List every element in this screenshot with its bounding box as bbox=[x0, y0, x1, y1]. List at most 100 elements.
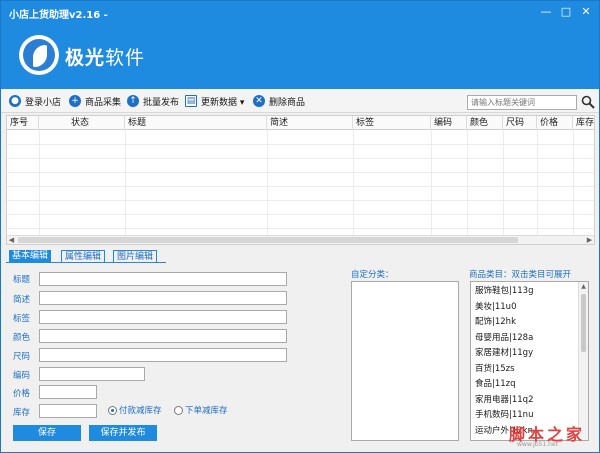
delete-product-button[interactable]: ✕ 删除商品 bbox=[253, 94, 305, 108]
radio-deduct-on-payment[interactable]: 付款减库存 bbox=[108, 404, 162, 416]
size-label: 尺码 bbox=[13, 352, 31, 362]
table-icon: ▤ bbox=[185, 95, 197, 107]
table-column-divider bbox=[503, 130, 504, 238]
title-input[interactable] bbox=[39, 272, 287, 286]
delete-product-label: 删除商品 bbox=[269, 97, 306, 108]
category-item[interactable]: 食品|11zq bbox=[475, 378, 516, 391]
table-column-divider bbox=[125, 130, 126, 238]
radio-circle-checked[interactable] bbox=[108, 405, 117, 415]
color-label: 颜色 bbox=[13, 333, 31, 343]
radio-deduct-on-order[interactable]: 下单减库存 bbox=[174, 404, 228, 416]
brand-name-a: 极光 bbox=[65, 47, 106, 69]
plus-icon: + bbox=[69, 95, 81, 107]
column-header-price[interactable]: 价格 bbox=[537, 116, 573, 130]
search-input[interactable] bbox=[467, 95, 577, 110]
category-item[interactable]: 百货|15zs bbox=[475, 363, 515, 376]
product-table[interactable]: 序号 状态 标题 简述 标签 编码 颜色 尺码 价格 库存 ◀ ▶ bbox=[6, 115, 595, 245]
category-item[interactable]: 家用电器|11q2 bbox=[475, 394, 533, 407]
brand-logo-icon bbox=[19, 35, 59, 75]
color-input[interactable] bbox=[39, 329, 287, 343]
brand-name: 极光软件 bbox=[65, 43, 145, 70]
scroll-up-icon[interactable]: ▲ bbox=[579, 283, 588, 290]
tab-basic-edit[interactable]: 基本编辑 bbox=[9, 250, 52, 262]
search-icon[interactable] bbox=[581, 95, 595, 109]
column-header-size[interactable]: 尺码 bbox=[503, 116, 537, 130]
column-header-color[interactable]: 颜色 bbox=[467, 116, 503, 130]
tab-underline bbox=[6, 262, 166, 263]
stock-input[interactable] bbox=[39, 404, 97, 418]
app-window: 小店上货助理v2.16 - — □ ✕ 极光软件 ● 登录小店 + 商品采集 ↑… bbox=[0, 0, 600, 453]
tab-attribute-edit[interactable]: 属性编辑 bbox=[61, 250, 106, 262]
title-label: 标题 bbox=[13, 275, 31, 285]
column-header-code[interactable]: 编码 bbox=[431, 116, 467, 130]
product-category-list[interactable]: 服饰鞋包|113g 美妆|11u0 配饰|12hk 母婴用品|128a 家居建材|11g… bbox=[470, 281, 589, 441]
login-shop-button[interactable]: ● 登录小店 bbox=[9, 94, 61, 108]
table-row-divider bbox=[7, 228, 594, 229]
collect-product-label: 商品采集 bbox=[85, 97, 122, 108]
product-category-label: 商品类目：双击类目可展开 bbox=[469, 270, 572, 280]
table-row-divider bbox=[7, 172, 594, 173]
minimize-button[interactable]: — bbox=[537, 4, 555, 20]
table-column-divider bbox=[267, 130, 268, 238]
code-input[interactable] bbox=[39, 367, 145, 381]
category-item[interactable]: 配饰|12hk bbox=[475, 316, 516, 329]
summary-input[interactable] bbox=[39, 291, 287, 305]
custom-category-list[interactable] bbox=[351, 281, 459, 441]
brand-name-b: 软件 bbox=[105, 47, 146, 69]
table-header: 序号 状态 标题 简述 标签 编码 颜色 尺码 价格 库存 bbox=[7, 116, 594, 130]
summary-label: 简述 bbox=[13, 295, 31, 305]
column-header-title[interactable]: 标题 bbox=[125, 116, 267, 130]
radio-deduct-on-payment-label: 付款减库存 bbox=[119, 406, 162, 416]
collect-product-button[interactable]: + 商品采集 bbox=[69, 94, 121, 108]
radio-circle[interactable] bbox=[174, 405, 183, 415]
stock-label: 库存 bbox=[13, 408, 31, 418]
scroll-right-icon[interactable]: ▶ bbox=[585, 236, 594, 244]
price-input[interactable] bbox=[39, 385, 97, 399]
close-button[interactable]: ✕ bbox=[577, 4, 595, 20]
category-item[interactable]: 母婴用品|128a bbox=[475, 332, 533, 345]
table-row-divider bbox=[7, 144, 594, 145]
scroll-thumb[interactable] bbox=[18, 237, 518, 243]
category-item[interactable]: 服饰鞋包|113g bbox=[475, 285, 533, 298]
title-bar[interactable]: 小店上货助理v2.16 - — □ ✕ bbox=[1, 1, 599, 25]
size-input[interactable] bbox=[39, 348, 287, 362]
column-header-summary[interactable]: 简述 bbox=[267, 116, 353, 130]
tab-image-edit[interactable]: 图片编辑 bbox=[113, 250, 158, 262]
table-column-divider bbox=[353, 130, 354, 238]
batch-publish-button[interactable]: ↑ 批量发布 bbox=[127, 94, 179, 108]
save-and-publish-button[interactable]: 保存并发布 bbox=[89, 425, 157, 441]
custom-category-label: 自定分类： bbox=[351, 270, 394, 280]
category-item[interactable]: 家居建材|11gy bbox=[475, 347, 533, 360]
watermark-url: www.jb51.net bbox=[517, 441, 558, 448]
save-button[interactable]: 保存 bbox=[13, 425, 81, 441]
batch-publish-label: 批量发布 bbox=[143, 97, 180, 108]
tags-label: 标签 bbox=[13, 314, 31, 324]
delete-icon: ✕ bbox=[253, 95, 265, 107]
table-row-divider bbox=[7, 158, 594, 159]
window-title: 小店上货助理v2.16 - bbox=[9, 10, 108, 21]
scroll-thumb[interactable] bbox=[581, 294, 586, 352]
table-column-divider bbox=[39, 130, 40, 238]
price-label: 价格 bbox=[13, 389, 31, 399]
column-header-tags[interactable]: 标签 bbox=[353, 116, 431, 130]
table-column-divider bbox=[467, 130, 468, 238]
column-header-stock[interactable]: 库存 bbox=[573, 116, 594, 130]
vertical-scrollbar[interactable]: ▲ bbox=[578, 282, 588, 440]
table-row-divider bbox=[7, 186, 594, 187]
brand-banner: 极光软件 bbox=[1, 25, 599, 89]
table-column-divider bbox=[573, 130, 574, 238]
column-header-status[interactable]: 状态 bbox=[39, 116, 125, 130]
maximize-button[interactable]: □ bbox=[557, 4, 575, 20]
login-shop-label: 登录小店 bbox=[25, 97, 62, 108]
category-item[interactable]: 美妆|11u0 bbox=[475, 301, 516, 314]
table-column-divider bbox=[431, 130, 432, 238]
scroll-left-icon[interactable]: ◀ bbox=[7, 236, 16, 244]
user-icon: ● bbox=[9, 95, 21, 107]
tags-input[interactable] bbox=[39, 310, 287, 324]
table-row-divider bbox=[7, 200, 594, 201]
column-header-index[interactable]: 序号 bbox=[7, 116, 39, 130]
code-label: 编码 bbox=[13, 371, 31, 381]
horizontal-scrollbar[interactable]: ◀ ▶ bbox=[7, 235, 594, 244]
update-data-label: 更新数据 ▾ bbox=[201, 97, 245, 108]
update-data-dropdown[interactable]: ▤ 更新数据 ▾ bbox=[185, 94, 244, 108]
